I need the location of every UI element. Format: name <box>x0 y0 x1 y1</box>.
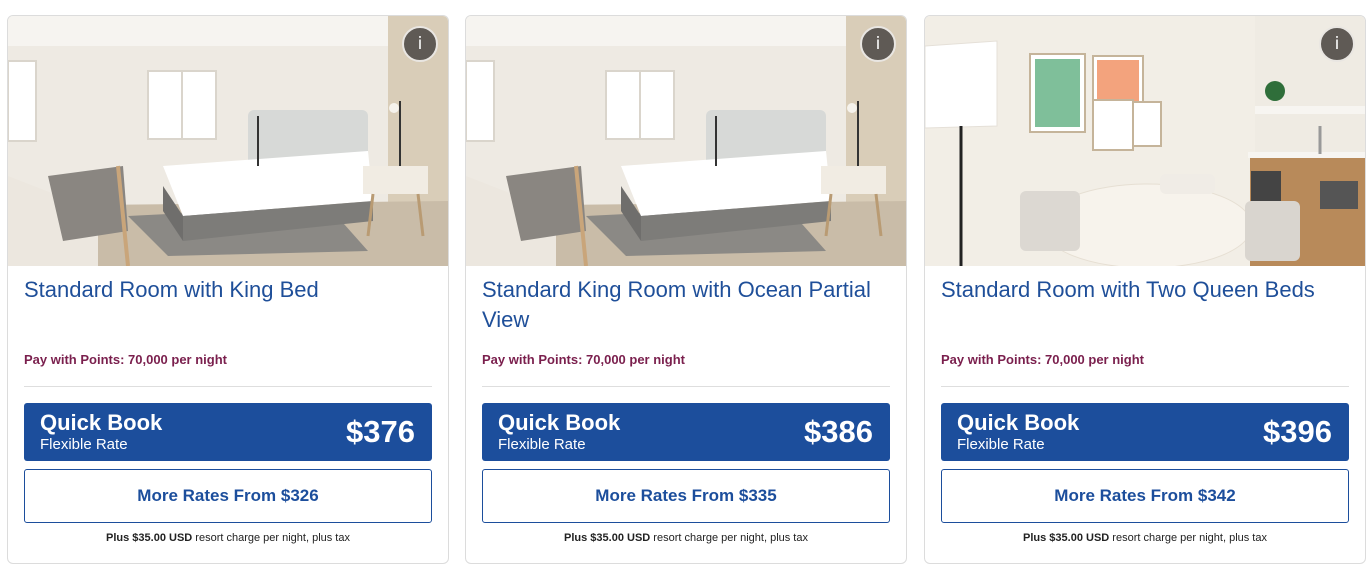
quick-book-button[interactable]: Quick Book Flexible Rate $396 <box>941 403 1349 461</box>
room-title[interactable]: Standard Room with King Bed <box>24 275 434 305</box>
resort-charge-text: resort charge per night, plus tax <box>192 532 350 544</box>
divider <box>941 386 1349 387</box>
resort-charge-text: resort charge per night, plus tax <box>1109 532 1267 544</box>
rate-type-label: Flexible Rate <box>498 436 586 453</box>
rate-type-label: Flexible Rate <box>40 436 128 453</box>
room-card: i Standard Room with Two Queen Beds Pay … <box>924 15 1366 564</box>
room-photo[interactable] <box>466 16 906 266</box>
info-icon[interactable]: i <box>860 26 896 62</box>
room-title[interactable]: Standard Room with Two Queen Beds <box>941 275 1351 305</box>
room-photo[interactable] <box>8 16 448 266</box>
room-card: i Standard King Room with Ocean Partial … <box>465 15 907 564</box>
resort-charge-note: Plus $35.00 USD resort charge per night,… <box>925 532 1365 544</box>
quick-book-label: Quick Book <box>40 410 163 435</box>
room-title[interactable]: Standard King Room with Ocean Partial Vi… <box>482 275 892 335</box>
resort-charge-amount: Plus $35.00 USD <box>106 532 193 544</box>
resort-charge-amount: Plus $35.00 USD <box>564 532 651 544</box>
quick-book-label: Quick Book <box>957 410 1080 435</box>
resort-charge-note: Plus $35.00 USD resort charge per night,… <box>466 532 906 544</box>
rate-type-label: Flexible Rate <box>957 436 1045 453</box>
points-price: Pay with Points: 70,000 per night <box>941 352 1144 367</box>
more-rates-button[interactable]: More Rates From $335 <box>482 469 890 523</box>
quick-book-price: $396 <box>1263 414 1332 449</box>
room-card: i Standard Room with King Bed Pay with P… <box>7 15 449 564</box>
quick-book-button[interactable]: Quick Book Flexible Rate $376 <box>24 403 432 461</box>
resort-charge-amount: Plus $35.00 USD <box>1023 532 1110 544</box>
quick-book-button[interactable]: Quick Book Flexible Rate $386 <box>482 403 890 461</box>
points-price: Pay with Points: 70,000 per night <box>24 352 227 367</box>
points-price: Pay with Points: 70,000 per night <box>482 352 685 367</box>
info-icon[interactable]: i <box>402 26 438 62</box>
room-photo[interactable] <box>925 16 1365 266</box>
quick-book-label: Quick Book <box>498 410 621 435</box>
resort-charge-note: Plus $35.00 USD resort charge per night,… <box>8 532 448 544</box>
more-rates-button[interactable]: More Rates From $342 <box>941 469 1349 523</box>
info-icon[interactable]: i <box>1319 26 1355 62</box>
quick-book-price: $386 <box>804 414 873 449</box>
quick-book-price: $376 <box>346 414 415 449</box>
more-rates-button[interactable]: More Rates From $326 <box>24 469 432 523</box>
divider <box>24 386 432 387</box>
divider <box>482 386 890 387</box>
resort-charge-text: resort charge per night, plus tax <box>650 532 808 544</box>
